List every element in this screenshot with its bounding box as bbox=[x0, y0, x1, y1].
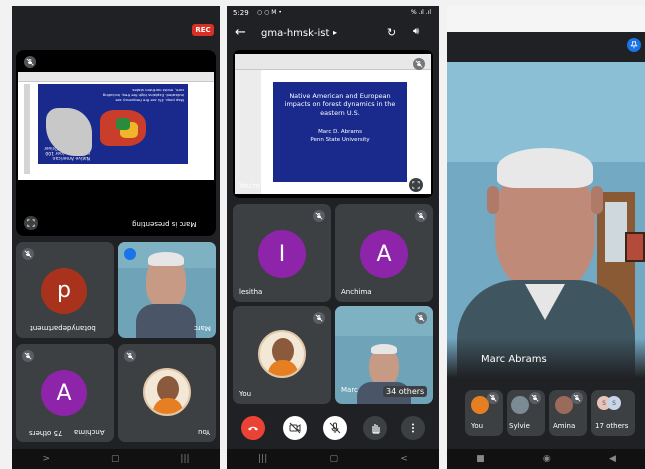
avatar bbox=[258, 330, 306, 378]
mic-off-icon bbox=[415, 210, 427, 222]
filmstrip-tile[interactable]: Amina bbox=[549, 390, 587, 436]
android-nav-bar: ||| ▢ < bbox=[227, 449, 439, 469]
main-speaker-video[interactable]: Marc Abrams bbox=[447, 62, 645, 378]
pin-icon[interactable] bbox=[627, 38, 641, 52]
filmstrip-tile[interactable]: You bbox=[465, 390, 503, 436]
right-phone-screen: Marc Abrams You Sylvie Amina S S 17 othe… bbox=[447, 6, 645, 469]
home-nav-icon[interactable]: ▢ bbox=[330, 454, 339, 464]
participant-name: Marc bbox=[194, 324, 211, 332]
slide-content: Native American and European impacts on … bbox=[273, 82, 407, 182]
ppt-ribbon bbox=[235, 54, 431, 70]
status-icons: ○ ○ M • bbox=[257, 9, 282, 16]
fullscreen-icon[interactable] bbox=[409, 178, 423, 192]
mic-off-icon bbox=[22, 350, 34, 362]
participant-tile[interactable]: I lesitha bbox=[233, 204, 331, 302]
switch-camera-icon[interactable]: ↻ bbox=[387, 26, 396, 39]
participant-name: Sylvie bbox=[509, 422, 530, 430]
mic-off-icon bbox=[487, 392, 499, 404]
mic-off-icon bbox=[124, 350, 136, 362]
others-count: 17 others bbox=[595, 422, 629, 430]
mic-off-icon bbox=[413, 58, 425, 70]
participant-tile[interactable]: A Anchima 75 others bbox=[16, 344, 114, 442]
meeting-code[interactable]: gma-hmsk-ist bbox=[261, 28, 329, 39]
participant-tile[interactable]: You bbox=[233, 306, 331, 404]
participant-name: You bbox=[239, 390, 252, 398]
presentation-tile[interactable]: Native American and European impacts on … bbox=[233, 50, 433, 198]
black-top-bar bbox=[447, 32, 645, 62]
filmstrip-tile[interactable]: S S 17 others bbox=[591, 390, 635, 436]
avatar: d bbox=[41, 268, 87, 314]
recents-nav-icon[interactable]: ||| bbox=[180, 454, 189, 464]
shared-slide: Native American and European impacts on … bbox=[235, 54, 431, 194]
back-nav-icon[interactable]: > bbox=[42, 454, 50, 464]
others-count[interactable]: 34 others bbox=[383, 386, 428, 397]
home-nav-icon[interactable]: ▢ bbox=[111, 454, 120, 464]
avatar: A bbox=[41, 370, 87, 416]
others-avatars: S S bbox=[597, 396, 627, 412]
recents-nav-icon[interactable]: ||| bbox=[258, 454, 267, 464]
avatar bbox=[511, 396, 529, 414]
avatar: I bbox=[258, 230, 306, 278]
presenting-label: You're presenting bbox=[239, 182, 300, 190]
participant-name: botanydepartment bbox=[30, 324, 96, 332]
avatar: A bbox=[360, 230, 408, 278]
participant-name: Marc bbox=[341, 386, 358, 394]
participant-tile[interactable]: A Anchima bbox=[335, 204, 433, 302]
painting bbox=[625, 232, 645, 262]
speaker-icon[interactable]: 🔊︎ bbox=[413, 26, 419, 37]
mic-off-button[interactable] bbox=[323, 416, 347, 440]
presentation-tile[interactable]: Native American population (per 100 km²)… bbox=[16, 50, 216, 236]
presenting-label: Marc is presenting bbox=[132, 220, 197, 228]
mic-off-icon bbox=[529, 392, 541, 404]
fullscreen-icon[interactable] bbox=[24, 216, 38, 230]
status-bar: 5:29 ○ ○ M • % .ıl .ıl bbox=[233, 9, 431, 17]
speaking-indicator bbox=[124, 248, 136, 260]
mic-off-icon bbox=[22, 248, 34, 260]
raise-hand-button[interactable] bbox=[363, 416, 387, 440]
mic-off-icon bbox=[313, 312, 325, 324]
participant-name: Anchima bbox=[341, 288, 372, 296]
android-nav-bar: > ▢ ||| bbox=[12, 449, 220, 469]
left-phone-screen: REC Native American population (per 100 … bbox=[12, 6, 220, 469]
participant-name: lesitha bbox=[239, 288, 263, 296]
participant-tile[interactable]: You bbox=[118, 344, 216, 442]
call-controls bbox=[227, 410, 439, 446]
speaker-name: Marc Abrams bbox=[481, 354, 547, 365]
middle-phone-screen: 5:29 ○ ○ M • % .ıl .ıl ← gma-hmsk-ist ▸ … bbox=[227, 6, 439, 469]
recents-nav-icon[interactable]: ■ bbox=[476, 454, 485, 464]
back-arrow-icon[interactable]: ← bbox=[235, 25, 246, 40]
participant-name: You bbox=[198, 428, 211, 436]
mic-off-icon bbox=[571, 392, 583, 404]
participant-tile[interactable]: Marc 34 others bbox=[335, 306, 433, 404]
participant-name: You bbox=[471, 422, 484, 430]
participant-tile[interactable]: d botanydepartment bbox=[16, 242, 114, 338]
back-nav-icon[interactable]: < bbox=[400, 454, 408, 464]
participant-tile[interactable]: Marc bbox=[118, 242, 216, 338]
back-nav-icon[interactable]: ◀ bbox=[609, 454, 616, 464]
participant-name: Anchima bbox=[74, 428, 105, 436]
slide-content: Native American population (per 100 km²)… bbox=[38, 84, 188, 164]
participant-name: Amina bbox=[553, 422, 576, 430]
app-bar: ← gma-hmsk-ist ▸ ↻ 🔊︎ bbox=[227, 22, 439, 44]
home-nav-icon[interactable]: ◉ bbox=[543, 454, 551, 464]
android-nav-bar: ■ ◉ ◀ bbox=[447, 449, 645, 469]
chevron-right-icon[interactable]: ▸ bbox=[333, 28, 337, 37]
mic-off-icon bbox=[313, 210, 325, 222]
end-call-button[interactable] bbox=[241, 416, 265, 440]
filmstrip-tile[interactable]: Sylvie bbox=[507, 390, 545, 436]
mic-off-icon bbox=[24, 56, 36, 68]
shared-slide: Native American population (per 100 km²)… bbox=[18, 72, 214, 180]
ppt-ribbon bbox=[18, 72, 214, 82]
more-options-button[interactable] bbox=[401, 416, 425, 440]
rec-badge: REC bbox=[192, 24, 214, 36]
avatar bbox=[143, 368, 191, 416]
others-count: 75 others bbox=[26, 428, 66, 438]
camera-off-button[interactable] bbox=[283, 416, 307, 440]
mic-off-icon bbox=[415, 312, 427, 324]
